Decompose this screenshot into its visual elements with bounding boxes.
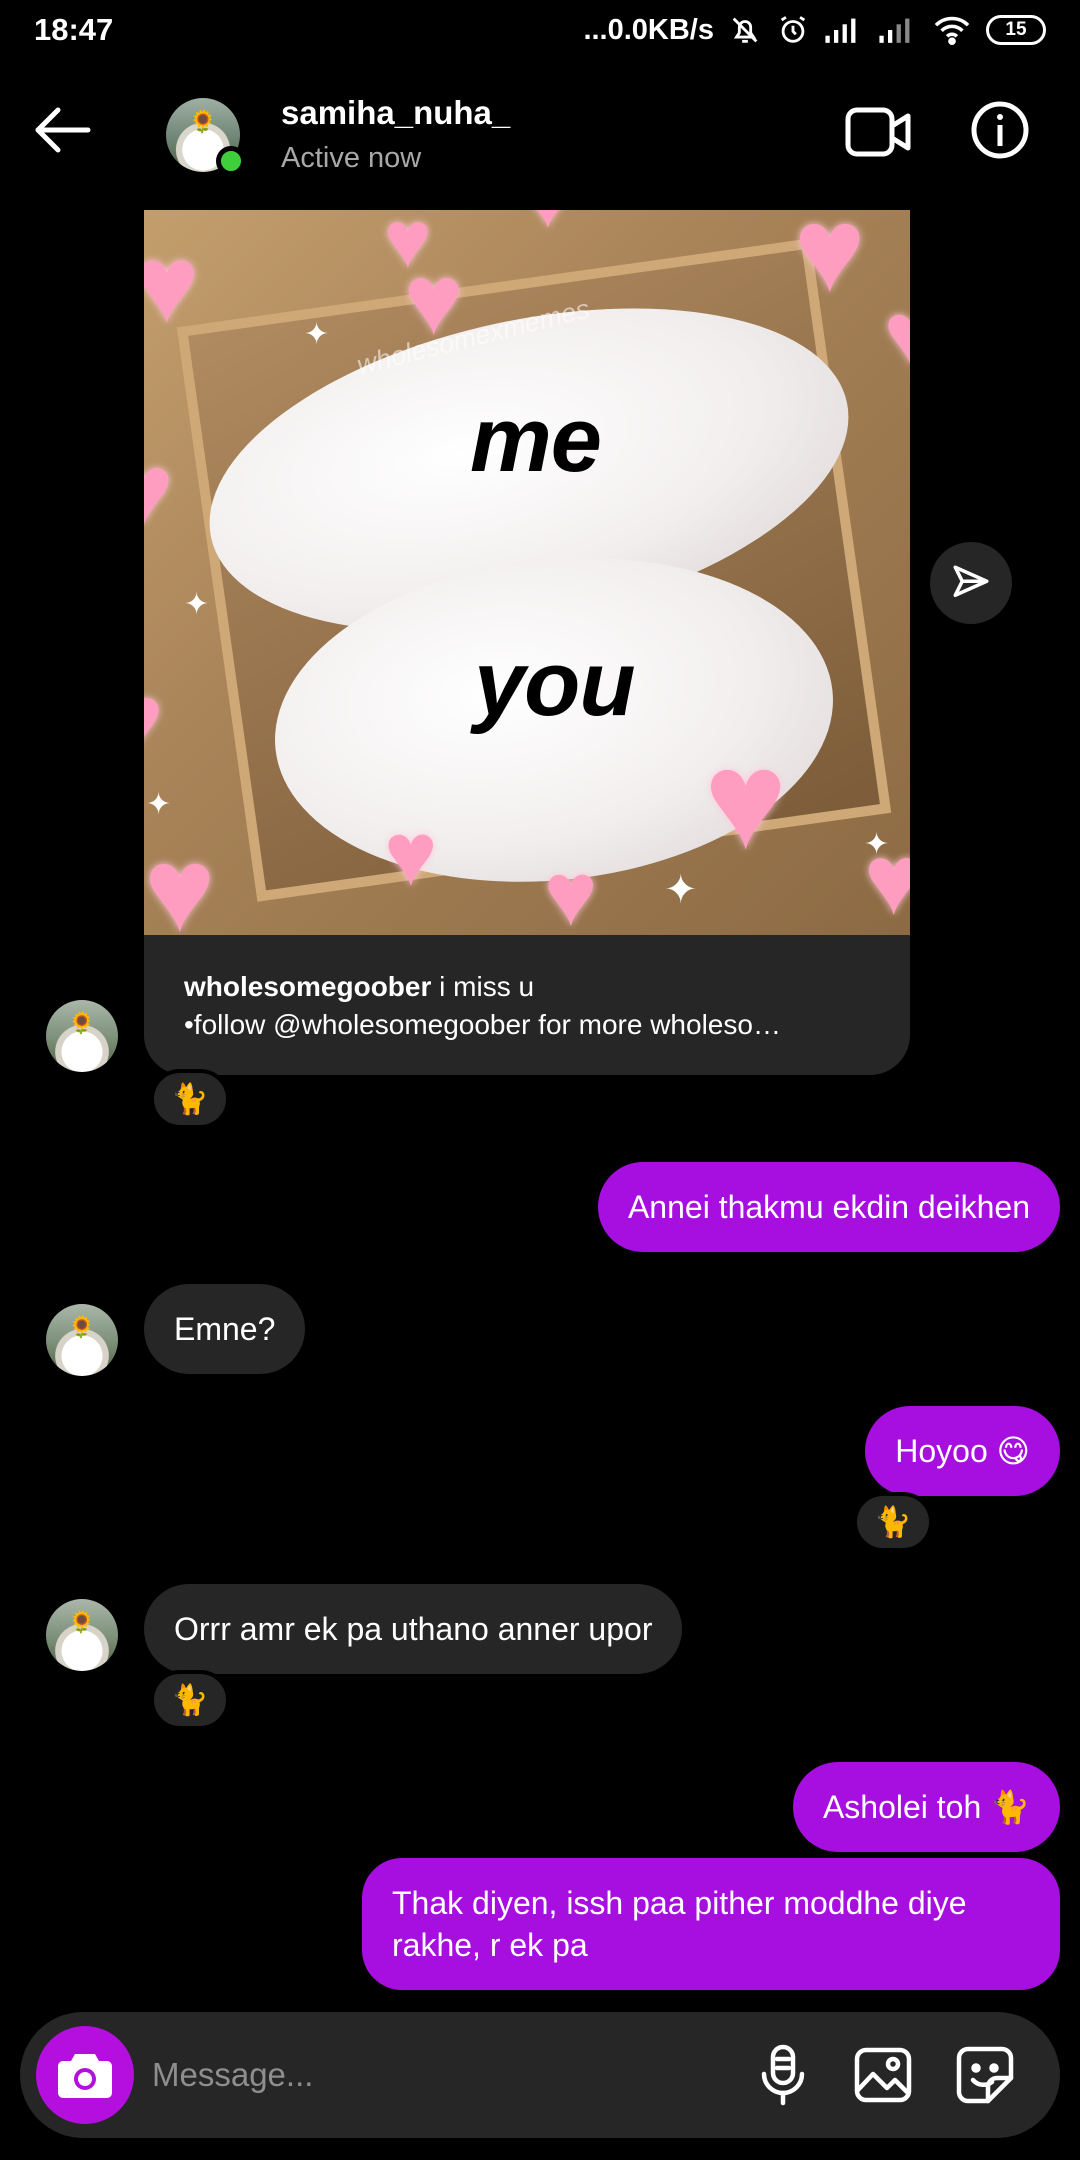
active-status: Active now — [281, 142, 422, 174]
meme-text-bottom: you — [474, 633, 636, 735]
message-bubble-incoming[interactable]: Emne? — [144, 1284, 306, 1374]
video-camera-icon — [845, 107, 911, 157]
heart-icon: ♥ — [794, 210, 866, 317]
heart-icon: ♥ — [144, 670, 163, 770]
status-icons: ...0.0KB/s 15 — [583, 10, 1046, 50]
sticker-icon — [956, 2046, 1014, 2104]
voice-message-button[interactable] — [750, 2042, 816, 2108]
mute-icon — [732, 17, 758, 43]
meme-text-top: me — [470, 389, 602, 491]
camera-button[interactable] — [36, 2026, 134, 2124]
message-composer — [20, 2012, 1060, 2138]
heart-icon: ♥ — [144, 223, 200, 346]
caption-line-2: •follow @wholesomegoober for more wholes… — [184, 1009, 781, 1040]
battery-icon: 15 — [986, 15, 1046, 45]
status-bar: 18:47 ...0.0KB/s 15 — [0, 0, 1080, 62]
heart-icon: ♥ — [524, 210, 572, 240]
back-arrow-icon — [35, 107, 91, 153]
caption-username[interactable]: wholesomegoober — [184, 971, 431, 1002]
heart-icon: ♥ — [884, 290, 910, 380]
wifi-icon — [934, 16, 970, 46]
heart-icon: ♥ — [384, 805, 438, 905]
message-bubble-outgoing[interactable]: Hoyoo 😋 — [865, 1406, 1060, 1496]
sender-avatar[interactable]: 🌻 — [46, 1304, 118, 1376]
signal-icon-2 — [879, 18, 910, 43]
message-bubble-incoming[interactable]: Orrr amr ek pa uthano anner upor — [144, 1584, 683, 1674]
profile-avatar[interactable]: 🌻 — [166, 98, 246, 176]
chat-header: 🌻 samiha_nuha_ Active now — [0, 62, 1080, 212]
message-bubble-outgoing[interactable]: Annei thakmu ekdin deikhen — [597, 1162, 1060, 1252]
message-bubble-outgoing[interactable]: Asholei toh 🐈 — [792, 1762, 1060, 1852]
chat-username[interactable]: samiha_nuha_ — [281, 94, 510, 132]
status-time: 18:47 — [34, 12, 114, 47]
heart-icon: ♥ — [144, 440, 173, 540]
back-button[interactable] — [30, 102, 110, 158]
sparkle-icon: ✦ — [664, 868, 698, 912]
post-image[interactable]: ♥ ♥ ♥ ♥ ♥ ♥ ♥ ♥ ♥ ♥ ♥ ♥ ♥ ✦ ✦ ✦ ✦ ✦ whol… — [144, 210, 910, 935]
sunflower-icon: 🌻 — [189, 109, 217, 135]
heart-icon: ♥ — [704, 721, 788, 878]
image-icon — [854, 2047, 912, 2103]
alarm-icon — [780, 16, 806, 43]
info-icon — [971, 101, 1029, 159]
video-call-button[interactable] — [845, 104, 911, 160]
signal-icon — [825, 18, 856, 43]
reaction-badge[interactable]: 🐈 — [150, 1670, 230, 1730]
message-bubble-outgoing[interactable]: Thak diyen, issh paa pither moddhe diye … — [362, 1858, 1060, 1990]
network-speed: ...0.0KB/s — [583, 13, 714, 46]
microphone-icon — [761, 2044, 805, 2106]
info-button[interactable] — [970, 100, 1030, 160]
sunflower-icon: 🌻 — [68, 1011, 96, 1035]
sunflower-icon: 🌻 — [68, 1315, 96, 1339]
heart-icon: ♥ — [144, 823, 216, 935]
share-post-button[interactable] — [930, 542, 1012, 624]
sparkle-icon: ✦ — [184, 588, 210, 621]
reaction-badge[interactable]: 🐈 — [150, 1069, 230, 1129]
sparkle-icon: ✦ — [146, 788, 172, 821]
reaction-badge[interactable]: 🐈 — [853, 1492, 933, 1552]
sparkle-icon: ✦ — [304, 318, 330, 351]
gallery-button[interactable] — [850, 2042, 916, 2108]
message-input[interactable] — [152, 2050, 712, 2100]
post-caption: wholesomegoober i miss u •follow @wholes… — [184, 968, 860, 1044]
send-icon — [953, 565, 989, 597]
caption-text: i miss u — [431, 971, 535, 1002]
sticker-button[interactable] — [952, 2042, 1018, 2108]
sender-avatar[interactable]: 🌻 — [46, 1599, 118, 1671]
shared-post[interactable]: ♥ ♥ ♥ ♥ ♥ ♥ ♥ ♥ ♥ ♥ ♥ ♥ ♥ ✦ ✦ ✦ ✦ ✦ whol… — [144, 210, 910, 1075]
sunflower-icon: 🌻 — [68, 1610, 96, 1634]
camera-icon — [58, 2054, 112, 2098]
heart-icon: ♥ — [544, 845, 598, 935]
online-indicator — [216, 146, 246, 176]
sparkle-icon: ✦ — [864, 828, 890, 861]
sender-avatar[interactable]: 🌻 — [46, 1000, 118, 1072]
